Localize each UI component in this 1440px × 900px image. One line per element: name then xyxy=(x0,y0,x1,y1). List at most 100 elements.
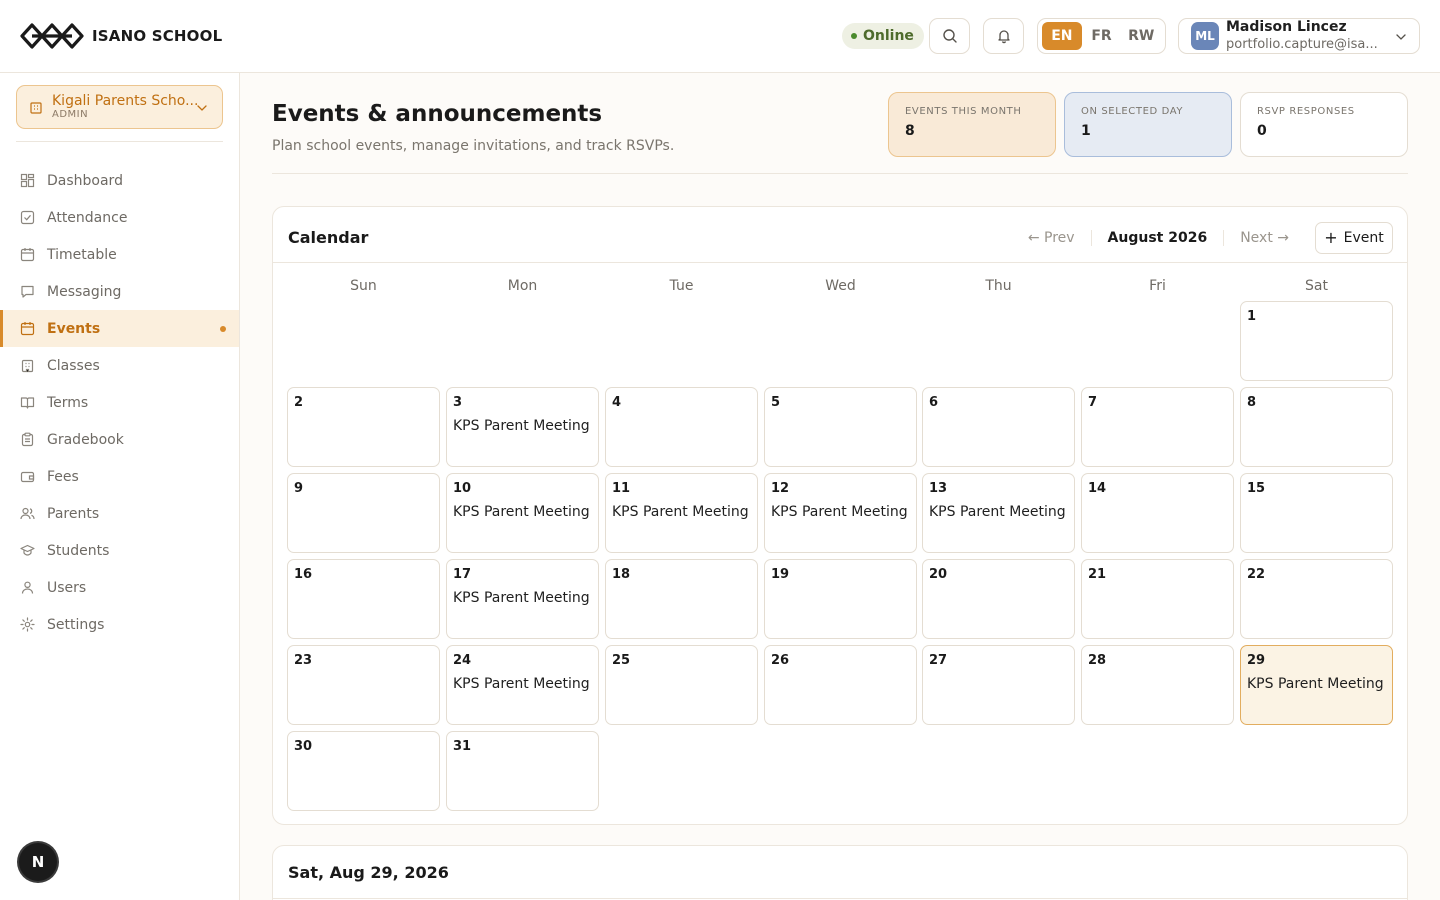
gear-icon xyxy=(20,617,35,632)
language-option-en[interactable]: EN xyxy=(1042,22,1082,50)
chevron-down-icon xyxy=(197,105,207,111)
calendar-day[interactable]: 21 xyxy=(1081,559,1234,639)
calendar-day[interactable]: 15 xyxy=(1240,473,1393,553)
sidebar-item-parents[interactable]: Parents xyxy=(0,495,239,532)
calendar-day-selected[interactable]: 29 KPS Parent Meeting xyxy=(1240,645,1393,725)
calendar-day[interactable]: 14 xyxy=(1081,473,1234,553)
weekday-header: Thu xyxy=(985,278,1012,294)
calendar-day[interactable]: 1 xyxy=(1240,301,1393,381)
calendar-day[interactable]: 5 xyxy=(764,387,917,467)
sidebar-item-classes[interactable]: Classes xyxy=(0,347,239,384)
sidebar-item-events[interactable]: Events xyxy=(0,310,239,347)
calendar-day[interactable]: 24 KPS Parent Meeting xyxy=(446,645,599,725)
calendar-day[interactable]: 20 xyxy=(922,559,1075,639)
selected-day-title: Sat, Aug 29, 2026 xyxy=(288,863,449,882)
selected-day-card: Sat, Aug 29, 2026 xyxy=(272,845,1408,900)
calendar-day[interactable]: 19 xyxy=(764,559,917,639)
day-number: 15 xyxy=(1247,481,1266,496)
day-number: 13 xyxy=(929,481,948,496)
user-name: Madison Lincez xyxy=(1226,19,1347,35)
day-event[interactable]: KPS Parent Meeting xyxy=(453,590,592,606)
graduation-cap-icon xyxy=(20,544,35,556)
sidebar-divider xyxy=(16,141,223,142)
user-menu-button[interactable]: ML Madison Lincez portfolio.capture@isa.… xyxy=(1178,18,1420,54)
day-event[interactable]: KPS Parent Meeting xyxy=(612,504,751,520)
language-option-fr[interactable]: FR xyxy=(1082,22,1122,50)
day-event[interactable]: KPS Parent Meeting xyxy=(453,418,592,434)
sidebar-item-gradebook[interactable]: Gradebook xyxy=(0,421,239,458)
avatar: ML xyxy=(1191,22,1219,50)
calendar-day[interactable]: 2 xyxy=(287,387,440,467)
day-event[interactable]: KPS Parent Meeting xyxy=(1247,676,1386,692)
sidebar-item-attendance[interactable]: Attendance xyxy=(0,199,239,236)
calendar-day[interactable]: 31 xyxy=(446,731,599,811)
users-icon xyxy=(20,507,35,520)
stat-card-on-selected-day: ON SELECTED DAY 1 xyxy=(1064,92,1232,157)
calendar-day[interactable]: 13 KPS Parent Meeting xyxy=(922,473,1075,553)
calendar-day[interactable]: 4 xyxy=(605,387,758,467)
sidebar-item-terms[interactable]: Terms xyxy=(0,384,239,421)
sidebar-item-settings[interactable]: Settings xyxy=(0,606,239,643)
school-selector[interactable]: Kigali Parents Scho... ADMIN xyxy=(16,85,223,129)
day-number: 17 xyxy=(453,567,472,582)
stat-value: 0 xyxy=(1257,123,1267,139)
stat-value: 1 xyxy=(1081,123,1091,139)
day-number: 4 xyxy=(612,395,622,410)
language-option-rw[interactable]: RW xyxy=(1121,22,1161,50)
calendar-day[interactable]: 12 KPS Parent Meeting xyxy=(764,473,917,553)
calendar-day[interactable]: 9 xyxy=(287,473,440,553)
building-icon xyxy=(21,359,34,373)
calendar-day[interactable]: 18 xyxy=(605,559,758,639)
calendar-day[interactable]: 26 xyxy=(764,645,917,725)
calendar-day[interactable]: 27 xyxy=(922,645,1075,725)
floating-action-button[interactable]: N xyxy=(19,843,57,881)
day-event[interactable]: KPS Parent Meeting xyxy=(929,504,1068,520)
sidebar-item-label: Parents xyxy=(47,505,100,522)
day-number: 7 xyxy=(1088,395,1098,410)
calendar-day[interactable]: 10 KPS Parent Meeting xyxy=(446,473,599,553)
calendar-day[interactable]: 23 xyxy=(287,645,440,725)
calendar-day[interactable]: 3 KPS Parent Meeting xyxy=(446,387,599,467)
calendar-day[interactable]: 6 xyxy=(922,387,1075,467)
calendar-icon xyxy=(20,322,35,336)
calendar-day[interactable]: 30 xyxy=(287,731,440,811)
user-icon xyxy=(21,581,34,594)
school-role: ADMIN xyxy=(52,109,89,120)
calendar-day[interactable]: 11 KPS Parent Meeting xyxy=(605,473,758,553)
sidebar-item-fees[interactable]: Fees xyxy=(0,458,239,495)
calendar-title: Calendar xyxy=(288,228,369,247)
search-button[interactable] xyxy=(929,18,970,54)
weekday-header: Fri xyxy=(1149,278,1166,294)
current-month-label: August 2026 xyxy=(1107,229,1208,246)
day-event[interactable]: KPS Parent Meeting xyxy=(771,504,910,520)
next-month-button[interactable]: Next → xyxy=(1240,230,1289,246)
calendar-day[interactable]: 22 xyxy=(1240,559,1393,639)
sidebar-item-label: Classes xyxy=(47,357,100,374)
add-event-button[interactable]: + Event xyxy=(1315,221,1393,254)
calendar-day[interactable]: 7 xyxy=(1081,387,1234,467)
sidebar-item-dashboard[interactable]: Dashboard xyxy=(0,162,239,199)
day-number: 14 xyxy=(1088,481,1107,496)
brand-logo[interactable]: ISANO SCHOOL xyxy=(20,21,222,51)
weekday-header: Wed xyxy=(825,278,856,294)
notifications-button[interactable] xyxy=(983,18,1024,54)
day-number: 26 xyxy=(771,653,790,668)
calendar-day[interactable]: 16 xyxy=(287,559,440,639)
calendar-day[interactable]: 28 xyxy=(1081,645,1234,725)
day-number: 2 xyxy=(294,395,304,410)
day-number: 25 xyxy=(612,653,631,668)
calendar-day[interactable]: 17 KPS Parent Meeting xyxy=(446,559,599,639)
prev-month-button[interactable]: ← Prev xyxy=(1028,230,1075,246)
day-number: 1 xyxy=(1247,309,1257,324)
day-event[interactable]: KPS Parent Meeting xyxy=(453,504,592,520)
day-event[interactable]: KPS Parent Meeting xyxy=(453,676,592,692)
sidebar-item-students[interactable]: Students xyxy=(0,532,239,569)
online-status-label: Online xyxy=(863,28,914,44)
calendar-day[interactable]: 25 xyxy=(605,645,758,725)
sidebar-item-users[interactable]: Users xyxy=(0,569,239,606)
active-indicator-dot xyxy=(220,326,226,332)
calendar-day[interactable]: 8 xyxy=(1240,387,1393,467)
sidebar-item-timetable[interactable]: Timetable xyxy=(0,236,239,273)
weekday-header: Sun xyxy=(350,278,377,294)
sidebar-item-messaging[interactable]: Messaging xyxy=(0,273,239,310)
